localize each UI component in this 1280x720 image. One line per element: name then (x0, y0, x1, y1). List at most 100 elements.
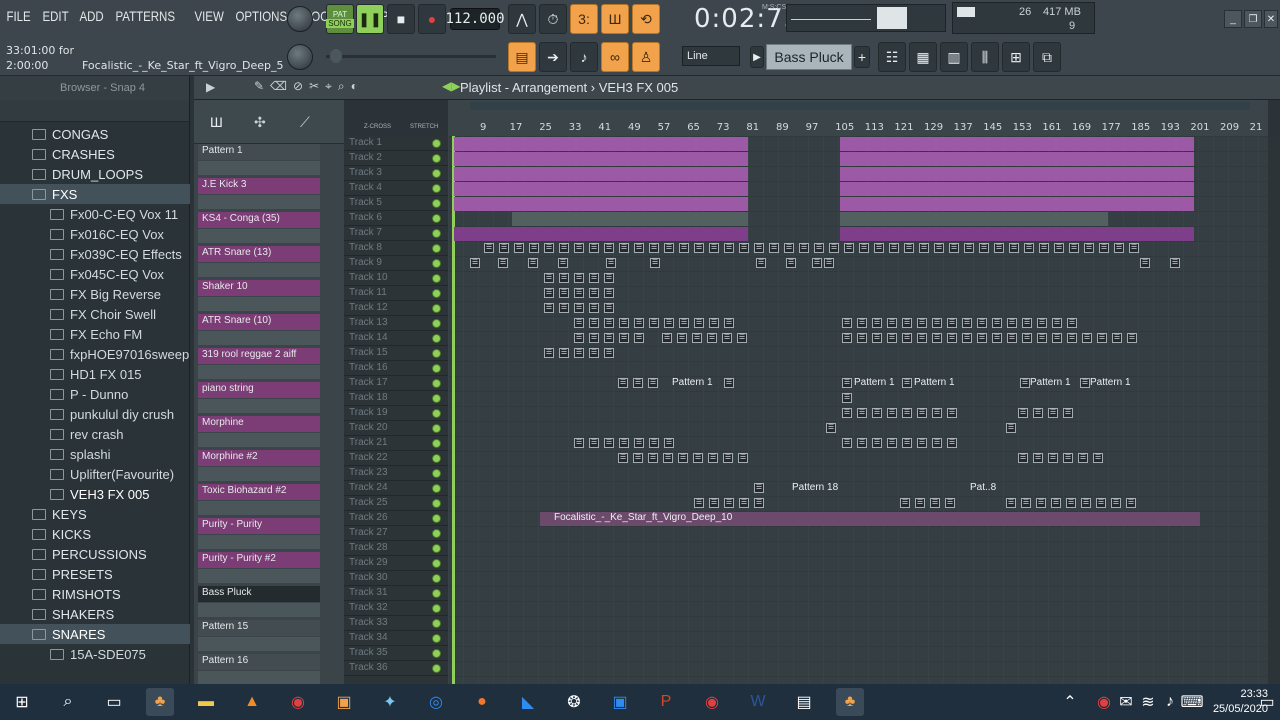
pattern-clip-icon[interactable]: ☰ (633, 378, 643, 388)
pattern-clip-icon[interactable]: ☰ (1006, 423, 1016, 433)
pattern-clip-icon[interactable]: ☰ (1037, 333, 1047, 343)
pattern-clip-icon[interactable]: ☰ (1067, 318, 1077, 328)
pattern-clip-icon[interactable]: ☰ (1021, 498, 1031, 508)
pattern-clip-icon[interactable]: ☰ (544, 243, 554, 253)
clip[interactable] (454, 182, 748, 196)
clip[interactable] (840, 137, 1194, 151)
pattern-clip-icon[interactable]: ☰ (679, 318, 689, 328)
pattern-clip-icon[interactable]: ☰ (872, 408, 882, 418)
pattern-clip-icon[interactable]: ☰ (678, 453, 688, 463)
browser-item[interactable]: VEH3 FX 005 (0, 484, 190, 504)
pattern-clip-icon[interactable]: ☰ (499, 243, 509, 253)
pattern-item[interactable]: piano string (198, 382, 320, 398)
pattern-clip-icon[interactable]: ☰ (857, 318, 867, 328)
pattern-clip-icon[interactable]: ☰ (932, 438, 942, 448)
pattern-clip-icon[interactable]: ☰ (618, 378, 628, 388)
pattern-clip-icon[interactable]: ☰ (574, 288, 584, 298)
pattern-clip-icon[interactable]: ☰ (724, 378, 734, 388)
pattern-clip-icon[interactable]: ☰ (915, 498, 925, 508)
pattern-clip-icon[interactable]: ☰ (917, 318, 927, 328)
track-header[interactable]: Track 4 (344, 181, 448, 196)
pattern-clip-icon[interactable]: ☰ (589, 333, 599, 343)
pattern-clip-icon[interactable]: ☰ (902, 438, 912, 448)
pattern-clip-icon[interactable]: ☰ (574, 273, 584, 283)
pattern-clip-icon[interactable]: ☰ (949, 243, 959, 253)
track-header[interactable]: Track 12 (344, 301, 448, 316)
track-header[interactable]: Track 34 (344, 631, 448, 646)
pattern-clip-icon[interactable]: ☰ (709, 498, 719, 508)
pattern-clip-icon[interactable]: ☰ (574, 303, 584, 313)
record-app-icon[interactable]: ◉ (698, 688, 726, 716)
pattern-clip-icon[interactable]: ☰ (889, 243, 899, 253)
pattern-clip-icon[interactable]: ☰ (544, 273, 554, 283)
pattern-clip-icon[interactable]: ☰ (558, 258, 568, 268)
track-mute-led[interactable] (432, 394, 441, 403)
pattern-clip-icon[interactable]: ☰ (589, 273, 599, 283)
browser-item[interactable]: Fx00-C-EQ Vox 11 (0, 204, 190, 224)
pattern-clip-icon[interactable]: ☰ (589, 348, 599, 358)
track-header[interactable]: Track 35 (344, 646, 448, 661)
track-mute-led[interactable] (432, 154, 441, 163)
pattern-clip-icon[interactable]: ☰ (842, 408, 852, 418)
track-header[interactable]: Track 5 (344, 196, 448, 211)
pattern-clip-icon[interactable]: ☰ (1093, 453, 1103, 463)
pattern-item[interactable]: 319 rool reggae 2 aiff (198, 348, 320, 364)
snap-selector[interactable]: Line (682, 46, 740, 66)
pattern-clip-icon[interactable]: ☰ (962, 333, 972, 343)
app-icon-3[interactable]: ✦ (376, 688, 404, 716)
pattern-clip-icon[interactable]: ☰ (769, 243, 779, 253)
track-header[interactable]: Track 1 (344, 136, 448, 151)
track-header[interactable]: Track 20 (344, 421, 448, 436)
menu-patterns[interactable]: PATTERNS (113, 8, 177, 24)
pattern-clip-icon[interactable]: ☰ (887, 408, 897, 418)
track-mute-led[interactable] (432, 319, 441, 328)
pattern-clip-icon[interactable]: ☰ (1048, 453, 1058, 463)
menu-add[interactable]: ADD (77, 8, 106, 24)
pattern-clip-icon[interactable]: ☰ (619, 318, 629, 328)
pattern-clip-icon[interactable]: ☰ (739, 498, 749, 508)
browser-item[interactable]: splashi (0, 444, 190, 464)
app-icon-4[interactable]: ◎ (422, 688, 450, 716)
clip[interactable] (840, 227, 1194, 241)
pattern-clip-icon[interactable]: ☰ (606, 258, 616, 268)
pattern-clip-icon[interactable]: ☰ (1096, 498, 1106, 508)
horizontal-scrollbar[interactable] (470, 102, 1250, 110)
pattern-clip-icon[interactable]: ☰ (677, 333, 687, 343)
pattern-clip-icon[interactable]: ☰ (648, 378, 658, 388)
pattern-item[interactable]: Purity - Purity (198, 518, 320, 534)
step-sequencer-icon[interactable]: ▥ (940, 42, 968, 72)
blend-notes-icon[interactable]: Ш (601, 4, 629, 34)
track-header[interactable]: Track 27 (344, 526, 448, 541)
pattern-clip-icon[interactable]: ☰ (1078, 453, 1088, 463)
pattern-clip-icon[interactable]: ☰ (559, 243, 569, 253)
pattern-clip-icon[interactable]: ☰ (826, 423, 836, 433)
track-header[interactable]: Track 18 (344, 391, 448, 406)
browser-item[interactable]: KICKS (0, 524, 190, 544)
windows-start-icon[interactable]: ⊞ (8, 688, 36, 716)
track-header[interactable]: Track 10 (344, 271, 448, 286)
menu-edit[interactable]: EDIT (40, 8, 71, 24)
pattern-clip-icon[interactable]: ☰ (722, 333, 732, 343)
pattern-clip-icon[interactable]: ☰ (1052, 318, 1062, 328)
pattern-item[interactable]: Shaker 10 (198, 280, 320, 296)
track-header[interactable]: Track 6 (344, 211, 448, 226)
pattern-clip-icon[interactable]: ☰ (1129, 243, 1139, 253)
track-mute-led[interactable] (432, 619, 441, 628)
app-icon-6[interactable]: ▣ (606, 688, 634, 716)
firefox-icon[interactable]: ● (468, 688, 496, 716)
pattern-clip-icon[interactable]: ☰ (917, 438, 927, 448)
menu-options[interactable]: OPTIONS (233, 8, 290, 24)
pattern-clip-icon[interactable]: ☰ (1052, 333, 1062, 343)
vertical-scrollbar[interactable] (1268, 136, 1280, 684)
pattern-clip-icon[interactable]: ☰ (574, 438, 584, 448)
pattern-clip-icon[interactable]: ☰ (498, 258, 508, 268)
pattern-clip-icon[interactable]: ☰ (529, 243, 539, 253)
app-icon-5[interactable]: ❂ (560, 688, 588, 716)
browser-item[interactable]: FX Choir Swell (0, 304, 190, 324)
track-header[interactable]: Track 16 (344, 361, 448, 376)
pattern-clip-icon[interactable]: ☰ (1081, 498, 1091, 508)
pattern-clip-icon[interactable]: ☰ (649, 318, 659, 328)
pattern-clip-icon[interactable]: ☰ (934, 243, 944, 253)
pattern-clip-icon[interactable]: ☰ (754, 483, 764, 493)
pattern-item[interactable]: Morphine #2 (198, 450, 320, 466)
